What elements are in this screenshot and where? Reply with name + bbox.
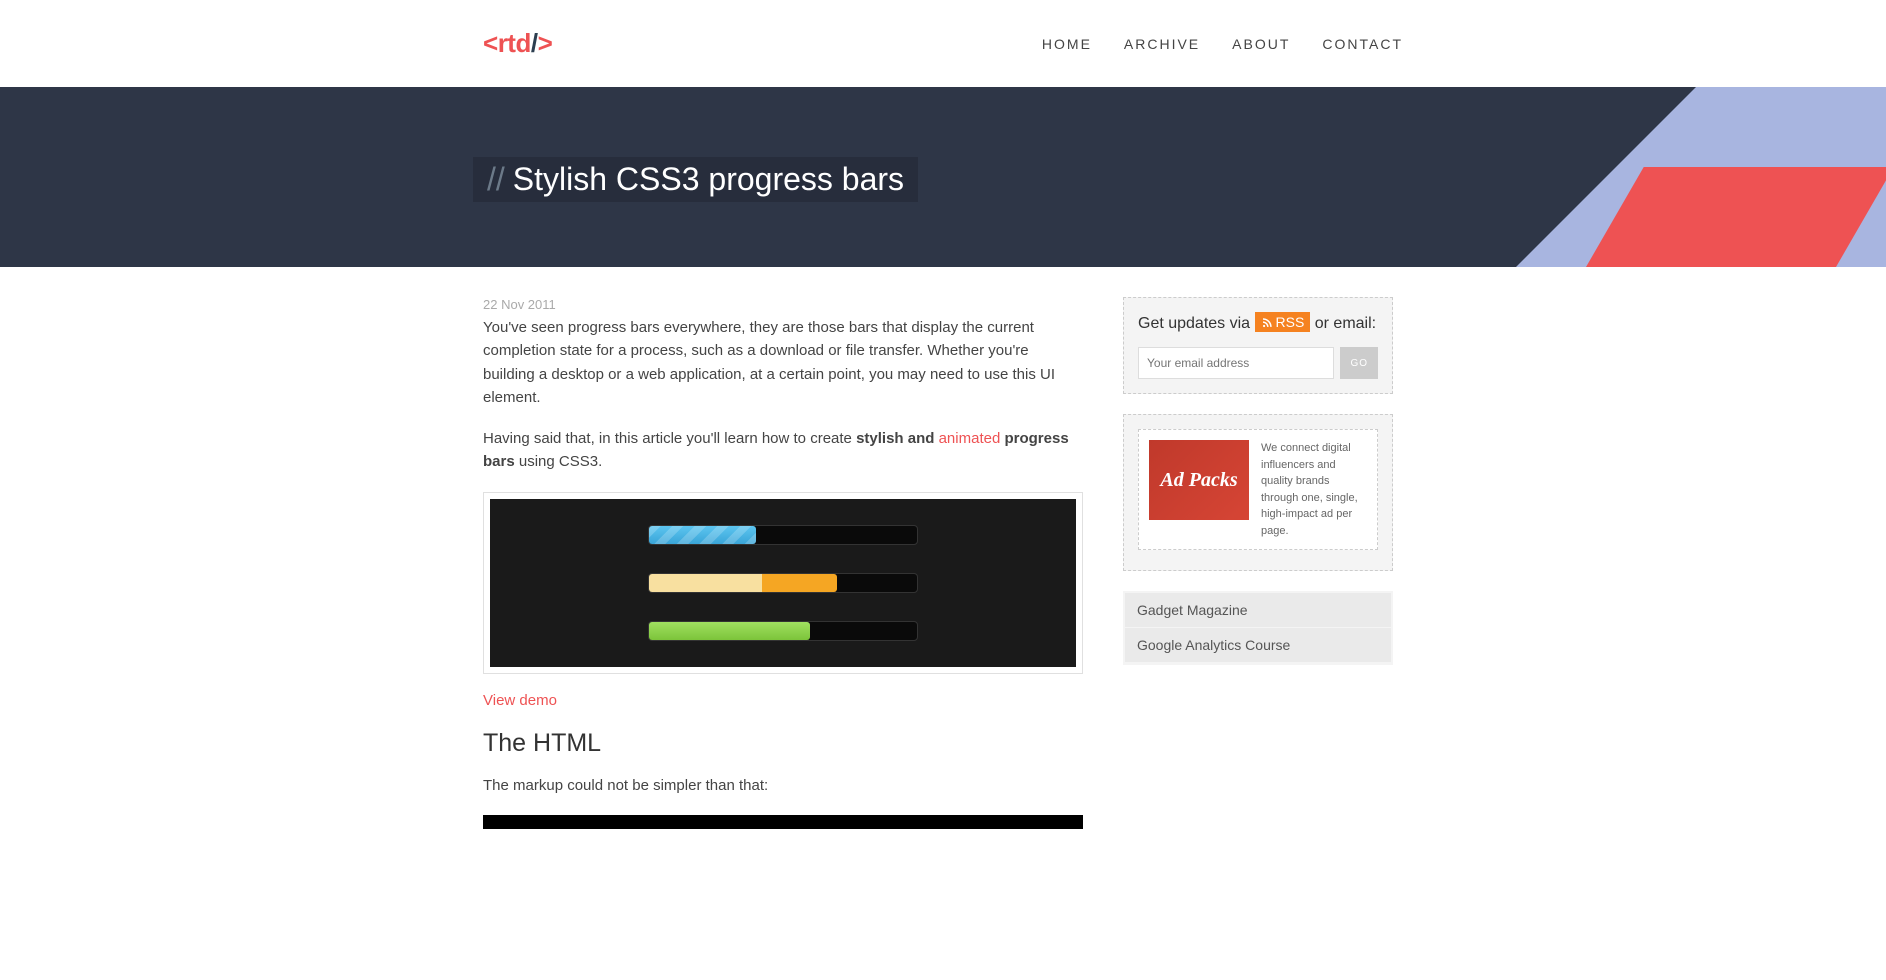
title-text: Stylish CSS3 progress bars [513, 161, 904, 197]
logo-text: rtd [498, 28, 531, 58]
main-nav: HOME ARCHIVE ABOUT CONTACT [1042, 36, 1403, 52]
ad-image: Ad Packs [1149, 440, 1249, 520]
go-button[interactable]: GO [1340, 347, 1378, 379]
rss-badge[interactable]: RSS [1255, 312, 1311, 332]
nav-contact[interactable]: CONTACT [1322, 36, 1403, 52]
view-demo-link[interactable]: View demo [483, 692, 557, 709]
ad-widget-wrapper: Ad Packs We connect digital influencers … [1123, 414, 1393, 571]
demo-image [483, 492, 1083, 674]
nav-archive[interactable]: ARCHIVE [1124, 36, 1200, 52]
progress-bar-orange [648, 573, 918, 593]
intro-paragraph-2: Having said that, in this article you'll… [483, 427, 1083, 474]
intro-paragraph-1: You've seen progress bars everywhere, th… [483, 316, 1083, 409]
nav-about[interactable]: ABOUT [1232, 36, 1290, 52]
section-heading-html: The HTML [483, 729, 1083, 758]
email-input[interactable] [1138, 347, 1334, 379]
rss-icon [1261, 316, 1273, 328]
article-content: 22 Nov 2011 You've seen progress bars ev… [483, 297, 1083, 829]
title-slashes: // [487, 161, 505, 197]
logo-close: > [538, 28, 553, 58]
header: <rtd/> HOME ARCHIVE ABOUT CONTACT [0, 0, 1886, 87]
sidebar: Get updates via RSS or email: GO Ad Pack… [1123, 297, 1393, 829]
article-date: 22 Nov 2011 [483, 297, 1083, 312]
subscribe-heading: Get updates via RSS or email: [1138, 312, 1378, 333]
progress-bar-blue [648, 525, 918, 545]
subscribe-widget: Get updates via RSS or email: GO [1123, 297, 1393, 394]
page-title: //Stylish CSS3 progress bars [473, 157, 918, 202]
sidebar-link-analytics[interactable]: Google Analytics Course [1125, 628, 1391, 663]
hero-banner: //Stylish CSS3 progress bars [0, 87, 1886, 267]
progress-bar-green [648, 621, 918, 641]
nav-home[interactable]: HOME [1042, 36, 1092, 52]
logo-slash: / [531, 28, 538, 58]
logo[interactable]: <rtd/> [483, 28, 552, 59]
hero-shapes [943, 87, 1886, 267]
sidebar-link-gadget[interactable]: Gadget Magazine [1125, 593, 1391, 628]
animated-link[interactable]: animated [939, 430, 1001, 447]
code-block [483, 815, 1083, 829]
ad-widget[interactable]: Ad Packs We connect digital influencers … [1138, 429, 1378, 550]
logo-open: < [483, 28, 498, 58]
html-paragraph: The markup could not be simpler than tha… [483, 774, 1083, 797]
ad-text: We connect digital influencers and quali… [1261, 440, 1367, 539]
links-widget: Gadget Magazine Google Analytics Course [1123, 591, 1393, 665]
